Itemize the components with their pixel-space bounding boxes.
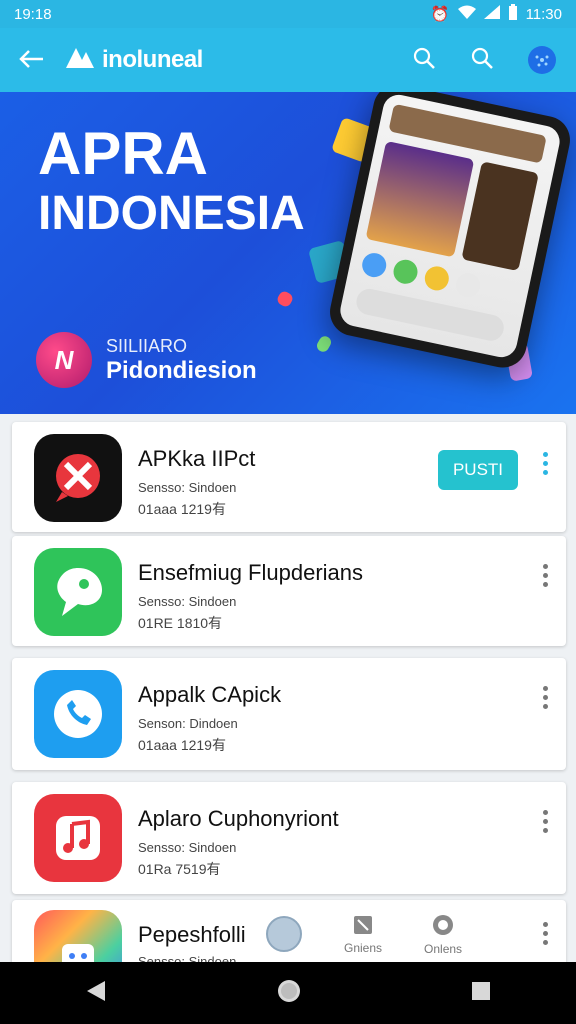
- battery-icon: [508, 4, 518, 24]
- hero-logo-icon: N: [36, 332, 92, 388]
- signal-icon: [483, 5, 500, 23]
- tab-label: Gniens: [344, 940, 383, 955]
- hero-badge: N SIILIIARO Pidondiesion: [36, 332, 257, 388]
- app-title: APKka IIPct: [138, 446, 256, 471]
- nav-back-icon[interactable]: [85, 979, 107, 1008]
- tab-onlens[interactable]: Onlens: [424, 913, 462, 956]
- box-icon: [352, 914, 374, 939]
- app-icon: [34, 548, 122, 636]
- circle-icon: [431, 913, 455, 940]
- hero-subtitle-small: SIILIIARO: [106, 335, 188, 356]
- app-title: Aplaro Cuphonyriont: [138, 806, 339, 831]
- avatar[interactable]: [266, 916, 302, 952]
- hero-title: APRA INDONESIA: [38, 122, 305, 239]
- app-stats: 01aaa 1219有: [138, 501, 226, 517]
- more-options-icon[interactable]: [542, 922, 548, 945]
- status-bar: 19:18 ⏰ 11:30: [0, 0, 576, 28]
- status-time-right: 11:30: [525, 5, 562, 23]
- app-title: Pepeshfolli: [138, 922, 246, 947]
- app-meta: Sensso: Sindoen: [138, 840, 237, 855]
- app-bar: inoluneal: [0, 28, 576, 92]
- list-item[interactable]: APKka IIPct Sensso: Sindoen 01aaa 1219有 …: [12, 422, 566, 532]
- more-options-icon[interactable]: [542, 452, 548, 475]
- app-meta: Senson: Dindoen: [138, 716, 238, 731]
- brand-name: inoluneal: [102, 46, 203, 73]
- app-title: Appalk CApick: [138, 682, 282, 707]
- app-stats: 01RE 1810有: [138, 615, 223, 631]
- floating-tile-icon: [314, 334, 334, 354]
- push-button[interactable]: PUSTI: [438, 450, 518, 490]
- back-arrow-icon[interactable]: [0, 44, 64, 76]
- list-item[interactable]: Aplaro Cuphonyriont Sensso: Sindoen 01Ra…: [12, 782, 566, 894]
- bottom-tabs: Gniens Onlens: [266, 906, 462, 962]
- wifi-icon: [457, 5, 476, 23]
- brand-logo-icon: [64, 44, 96, 77]
- nav-home-icon[interactable]: [277, 979, 301, 1008]
- app-icon: [34, 434, 122, 522]
- alarm-icon: ⏰: [430, 6, 450, 23]
- list-item[interactable]: Appalk CApick Senson: Dindoen 01aaa 1219…: [12, 658, 566, 770]
- app-stats: 01Ra 7519有: [138, 861, 221, 877]
- search-icon[interactable]: [412, 46, 436, 75]
- more-options-icon[interactable]: [542, 564, 548, 587]
- search-icon-secondary[interactable]: [470, 46, 494, 75]
- more-options-icon[interactable]: [542, 686, 548, 709]
- tab-gniens[interactable]: Gniens: [344, 914, 382, 955]
- app-icon: [34, 794, 122, 882]
- hero-subtitle-large: Pidondiesion: [106, 356, 257, 384]
- app-meta: Sensso: Sindoen: [138, 594, 237, 609]
- app-meta: Sensso: Sindoen: [138, 480, 237, 495]
- list-item[interactable]: Ensefmiug Flupderians Sensso: Sindoen 01…: [12, 536, 566, 646]
- app-title: Ensefmiug Flupderians: [138, 560, 364, 585]
- hero-title-line1: APRA: [38, 120, 209, 187]
- app-brand: inoluneal: [64, 44, 203, 77]
- globe-icon[interactable]: [528, 46, 556, 74]
- floating-tile-icon: [275, 289, 295, 309]
- app-stats: 01aaa 1219有: [138, 737, 226, 753]
- more-options-icon[interactable]: [542, 810, 548, 833]
- nav-recents-icon[interactable]: [471, 981, 491, 1006]
- system-navigation-bar: [0, 962, 576, 1024]
- app-icon: [34, 910, 122, 970]
- app-icon: [34, 670, 122, 758]
- hero-title-line2: INDONESIA: [38, 187, 305, 240]
- hero-banner[interactable]: APRA INDONESIA N SIILIIARO Pidondiesion: [0, 92, 576, 414]
- status-time-left: 19:18: [14, 5, 52, 23]
- tab-label: Onlens: [424, 941, 463, 956]
